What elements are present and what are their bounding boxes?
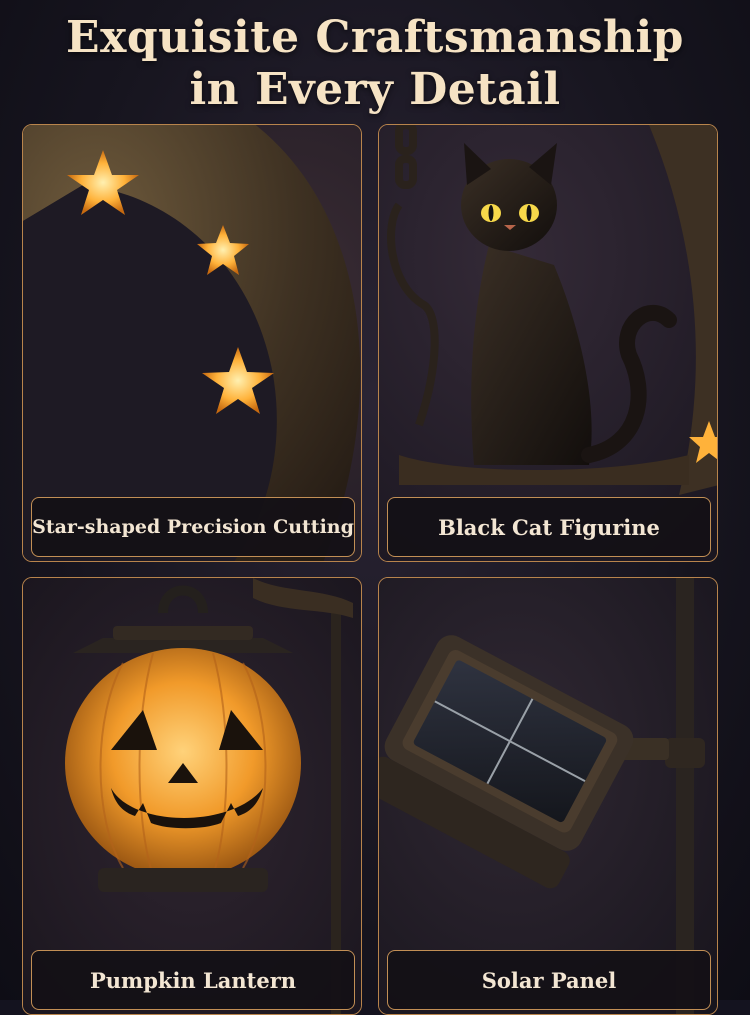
feature-card-pumpkin-lantern: Pumpkin Lantern — [22, 577, 362, 1015]
caption-black-cat: Black Cat Figurine — [387, 497, 711, 557]
caption-pumpkin-lantern: Pumpkin Lantern — [31, 950, 355, 1010]
caption-star-cutting: Star-shaped Precision Cutting — [31, 497, 355, 557]
headline-line-2: in Every Detail — [189, 64, 561, 115]
caption-solar-panel: Solar Panel — [387, 950, 711, 1010]
product-feature-page: Exquisite Craftsmanship in Every Detail … — [0, 0, 750, 1015]
feature-card-black-cat: Black Cat Figurine — [378, 124, 718, 562]
page-headline: Exquisite Craftsmanship in Every Detail — [0, 12, 750, 116]
feature-card-solar-panel: Solar Panel — [378, 577, 718, 1015]
feature-card-star-cutting: Star-shaped Precision Cutting — [22, 124, 362, 562]
headline-line-1: Exquisite Craftsmanship — [66, 12, 684, 63]
